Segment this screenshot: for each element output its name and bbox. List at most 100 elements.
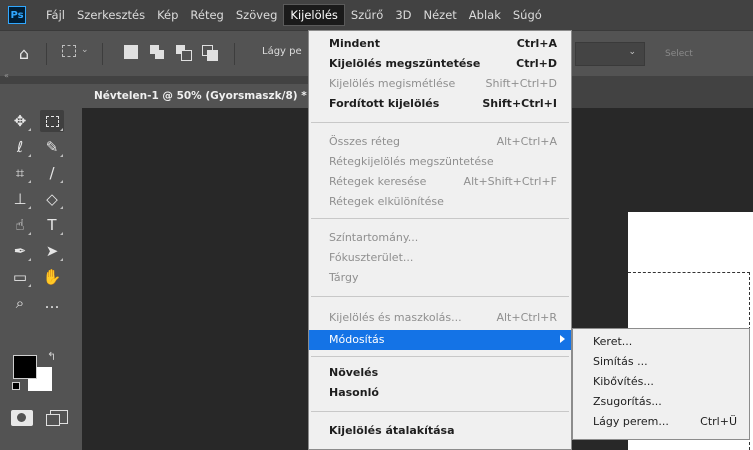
menu-item-color-range[interactable]: Színtartomány... <box>309 228 571 248</box>
style-dropdown[interactable]: ⌄ <box>575 42 645 66</box>
selection-marquee <box>628 272 750 273</box>
quick-mask-icon[interactable] <box>11 410 33 426</box>
menu-item-transform-selection[interactable]: Kijelölés átalakítása <box>309 421 571 441</box>
menu-item-similar[interactable]: Hasonló <box>309 383 571 403</box>
menu-item-label: Simítás ... <box>593 355 648 368</box>
menu-item-label: Összes réteg <box>329 135 401 148</box>
menu-help[interactable]: Súgó <box>507 4 548 26</box>
crop-icon[interactable]: ⌗ <box>8 162 32 184</box>
subtract-from-selection-icon[interactable] <box>176 45 192 61</box>
pen-icon[interactable]: ✒ <box>8 240 32 262</box>
menu-item-all-layers[interactable]: Összes réteg Alt+Ctrl+A <box>309 132 571 152</box>
submenu-item-border[interactable]: Keret... <box>573 332 749 352</box>
submenu-item-feather[interactable]: Lágy perem... Ctrl+Ü <box>573 412 749 432</box>
more-icon[interactable]: … <box>40 292 64 314</box>
zoom-icon[interactable]: ⌕ <box>8 292 32 314</box>
menu-item-reselect[interactable]: Kijelölés megismétlése Shift+Ctrl+D <box>309 74 571 94</box>
options-divider <box>46 43 47 65</box>
menu-item-modify[interactable]: Módosítás <box>309 330 571 350</box>
default-colors-icon[interactable] <box>12 382 20 390</box>
menu-select[interactable]: Kijelölés <box>283 4 345 26</box>
path-select-icon[interactable]: ➤ <box>40 240 64 262</box>
menu-item-select-and-mask[interactable]: Kijelölés és maszkolás... Alt+Ctrl+R <box>309 308 571 328</box>
modify-submenu: Keret... Simítás ... Kibővítés... Zsugor… <box>572 328 750 440</box>
menu-filter[interactable]: Szűrő <box>345 4 389 26</box>
smudge-icon[interactable]: ☝ <box>8 214 32 236</box>
menu-separator <box>311 122 569 123</box>
menu-item-shortcut: Ctrl+D <box>516 57 557 70</box>
brush-icon[interactable]: / <box>40 162 64 184</box>
menu-item-subject[interactable]: Tárgy <box>309 268 571 288</box>
feather-label: Lágy pe <box>262 46 302 57</box>
submenu-arrow-icon <box>560 335 565 343</box>
menu-layer[interactable]: Réteg <box>184 4 229 26</box>
collapse-icon[interactable]: « <box>4 71 9 80</box>
stamp-icon[interactable]: ⊥ <box>8 188 32 210</box>
submenu-item-contract[interactable]: Zsugorítás... <box>573 392 749 412</box>
select-menu: Mindent Ctrl+A Kijelölés megszüntetése C… <box>308 30 572 450</box>
menu-item-shortcut: Alt+Ctrl+A <box>496 135 557 148</box>
select-and-mask-button[interactable]: Select <box>655 44 753 64</box>
menu-item-label: Rétegek elkülönítése <box>329 195 444 208</box>
intersect-selection-icon[interactable] <box>202 45 218 61</box>
menu-item-deselect-layers[interactable]: Rétegkijelölés megszüntetése <box>309 152 571 172</box>
menu-item-label: Kibővítés... <box>593 375 654 388</box>
menu-item-inverse[interactable]: Fordított kijelölés Shift+Ctrl+I <box>309 94 571 114</box>
menu-item-label: Rétegek keresése <box>329 175 427 188</box>
foreground-color-swatch[interactable] <box>13 355 37 379</box>
menu-image[interactable]: Kép <box>151 4 184 26</box>
submenu-item-smooth[interactable]: Simítás ... <box>573 352 749 372</box>
chevron-down-icon[interactable]: ⌄ <box>81 45 89 55</box>
menu-item-label: Lágy perem... <box>593 415 669 428</box>
menu-item-shortcut: Alt+Ctrl+R <box>496 311 557 324</box>
menu-separator <box>311 296 569 297</box>
hand-icon[interactable]: ✋ <box>40 266 64 288</box>
menu-item-label: Kijelölés megszüntetése <box>329 57 481 70</box>
quick-select-icon[interactable]: ✎ <box>40 136 64 158</box>
home-icon[interactable]: ⌂ <box>14 44 34 64</box>
menu-file[interactable]: Fájl <box>40 4 71 26</box>
menu-item-all[interactable]: Mindent Ctrl+A <box>309 34 571 54</box>
menu-type[interactable]: Szöveg <box>230 4 284 26</box>
options-divider <box>234 43 235 65</box>
menu-view[interactable]: Nézet <box>417 4 462 26</box>
marquee-icon[interactable] <box>40 110 64 132</box>
menu-window[interactable]: Ablak <box>463 4 507 26</box>
menu-item-label: Módosítás <box>329 333 385 346</box>
menu-item-label: Növelés <box>329 366 379 379</box>
menu-item-shortcut: Shift+Ctrl+I <box>482 97 557 110</box>
new-selection-icon[interactable] <box>124 45 138 59</box>
menu-separator <box>311 411 569 412</box>
menu-item-label: Színtartomány... <box>329 231 419 244</box>
menu-item-shortcut: Shift+Ctrl+D <box>485 77 557 90</box>
menu-3d[interactable]: 3D <box>389 4 417 26</box>
screen-mode-icon[interactable] <box>46 410 68 426</box>
marquee-preset-icon[interactable] <box>62 45 76 57</box>
lasso-icon[interactable]: ℓ <box>8 136 32 158</box>
menu-item-focus-area[interactable]: Fókuszterület... <box>309 248 571 268</box>
move-icon[interactable]: ✥ <box>8 110 32 132</box>
menu-item-label: Keret... <box>593 335 633 348</box>
rectangle-icon[interactable]: ▭ <box>8 266 32 288</box>
menu-item-label: Kijelölés megismétlése <box>329 77 456 90</box>
menu-item-find-layers[interactable]: Rétegek keresése Alt+Shift+Ctrl+F <box>309 172 571 192</box>
chevron-down-icon: ⌄ <box>628 47 636 57</box>
menu-item-label: Rétegkijelölés megszüntetése <box>329 155 494 168</box>
menu-item-label: Mindent <box>329 37 380 50</box>
menu-item-deselect[interactable]: Kijelölés megszüntetése Ctrl+D <box>309 54 571 74</box>
swap-colors-icon[interactable]: ↰ <box>47 350 56 363</box>
menu-item-grow[interactable]: Növelés <box>309 363 571 383</box>
menu-item-isolate-layers[interactable]: Rétegek elkülönítése <box>309 192 571 212</box>
add-to-selection-icon[interactable] <box>150 45 164 59</box>
menu-item-label: Fordított kijelölés <box>329 97 440 110</box>
menu-item-label: Kijelölés átalakítása <box>329 424 455 437</box>
eraser-icon[interactable]: ◇ <box>40 188 64 210</box>
menu-edit[interactable]: Szerkesztés <box>71 4 151 26</box>
menu-item-shortcut: Ctrl+Ü <box>700 415 737 428</box>
type-icon[interactable]: T <box>40 214 64 236</box>
menu-item-label: Tárgy <box>329 271 359 284</box>
document-tab[interactable]: Névtelen-1 @ 50% (Gyorsmaszk/8) * <box>82 84 314 108</box>
submenu-item-expand[interactable]: Kibővítés... <box>573 372 749 392</box>
options-divider <box>102 43 103 65</box>
menu-item-shortcut: Alt+Shift+Ctrl+F <box>463 175 557 188</box>
